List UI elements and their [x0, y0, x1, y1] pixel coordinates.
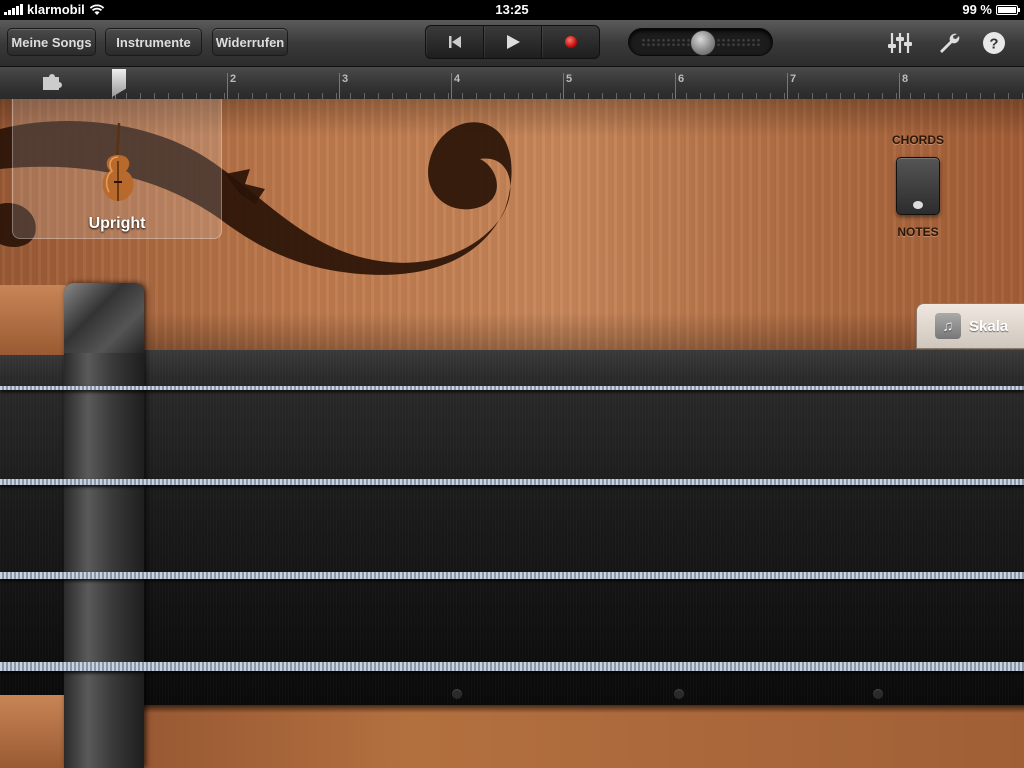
help-button[interactable]: ? — [981, 30, 1007, 56]
scale-button[interactable]: ♫ Skala — [916, 303, 1024, 349]
mixer-icon — [888, 33, 912, 53]
puzzle-icon — [43, 74, 62, 90]
fret-marker — [873, 689, 883, 699]
fret-marker — [674, 689, 684, 699]
ruler-bar-tick — [899, 73, 900, 99]
svg-text:?: ? — [989, 36, 998, 53]
lower-side-wood — [0, 695, 70, 768]
ruler-bar-label: 3 — [342, 73, 349, 85]
scale-label: Skala — [969, 317, 1009, 335]
upright-bass-icon — [102, 122, 134, 201]
ruler-bar-label: 5 — [566, 73, 573, 85]
ruler-bar-label: 2 — [230, 73, 237, 85]
string-d[interactable] — [0, 479, 1024, 485]
loop-browser-button[interactable] — [40, 73, 64, 96]
upper-side-wood — [0, 285, 70, 355]
instrument-name: Upright — [88, 215, 146, 232]
master-volume-slider[interactable] — [628, 28, 773, 56]
string-e[interactable] — [0, 662, 1024, 671]
ruler-bar-label: 7 — [790, 73, 797, 85]
chords-label: CHORDS — [891, 133, 944, 147]
ruler-bar-tick — [787, 73, 788, 99]
music-note-icon: ♫ — [935, 313, 961, 339]
ruler-bar-tick — [227, 73, 228, 99]
my-songs-button[interactable]: Meine Songs — [7, 28, 96, 56]
fret-marker — [452, 689, 462, 699]
transport-controls — [425, 25, 600, 59]
timeline-ruler[interactable]: 12345678 — [0, 67, 1024, 100]
battery-percent: 99 % — [962, 2, 992, 17]
status-bar: klarmobil 13:25 99 % — [0, 0, 1024, 20]
fretboard[interactable] — [0, 350, 1024, 705]
settings-button[interactable] — [936, 30, 962, 56]
string-g[interactable] — [0, 386, 1024, 390]
notes-label: NOTES — [897, 225, 939, 239]
battery-icon — [996, 4, 1020, 15]
ruler-bar-tick — [563, 73, 564, 99]
play-button[interactable] — [484, 26, 542, 58]
ruler-bar-label: 6 — [678, 73, 685, 85]
record-icon — [564, 36, 577, 48]
ruler-bar-tick — [339, 73, 340, 99]
ruler-bar-label: 8 — [902, 73, 909, 85]
instrument-selector[interactable]: Upright — [12, 99, 222, 239]
garageband-smart-bass-screen: klarmobil 13:25 99 % Meine Songs Instrum… — [0, 0, 1024, 768]
mixer-button[interactable] — [887, 30, 913, 56]
string-a[interactable] — [0, 572, 1024, 579]
switch-indicator — [913, 201, 923, 209]
lower-bass-body — [0, 705, 1024, 768]
bass-nut — [64, 283, 144, 768]
wrench-icon — [940, 33, 960, 53]
rewind-button[interactable] — [426, 26, 484, 58]
status-time: 13:25 — [495, 2, 529, 17]
undo-button[interactable]: Widerrufen — [212, 28, 288, 56]
toolbar: Meine Songs Instrumente Widerrufen ? — [0, 20, 1024, 67]
instruments-button[interactable]: Instrumente — [105, 28, 202, 56]
volume-knob[interactable] — [689, 30, 716, 56]
help-icon: ? — [983, 32, 1005, 54]
chords-notes-switch[interactable] — [896, 157, 940, 215]
record-button[interactable] — [542, 26, 599, 58]
ruler-bar-label: 4 — [454, 73, 461, 85]
play-icon — [506, 35, 520, 49]
ruler-bar-tick — [675, 73, 676, 99]
rewind-icon — [448, 36, 461, 48]
ruler-bar-tick — [451, 73, 452, 99]
